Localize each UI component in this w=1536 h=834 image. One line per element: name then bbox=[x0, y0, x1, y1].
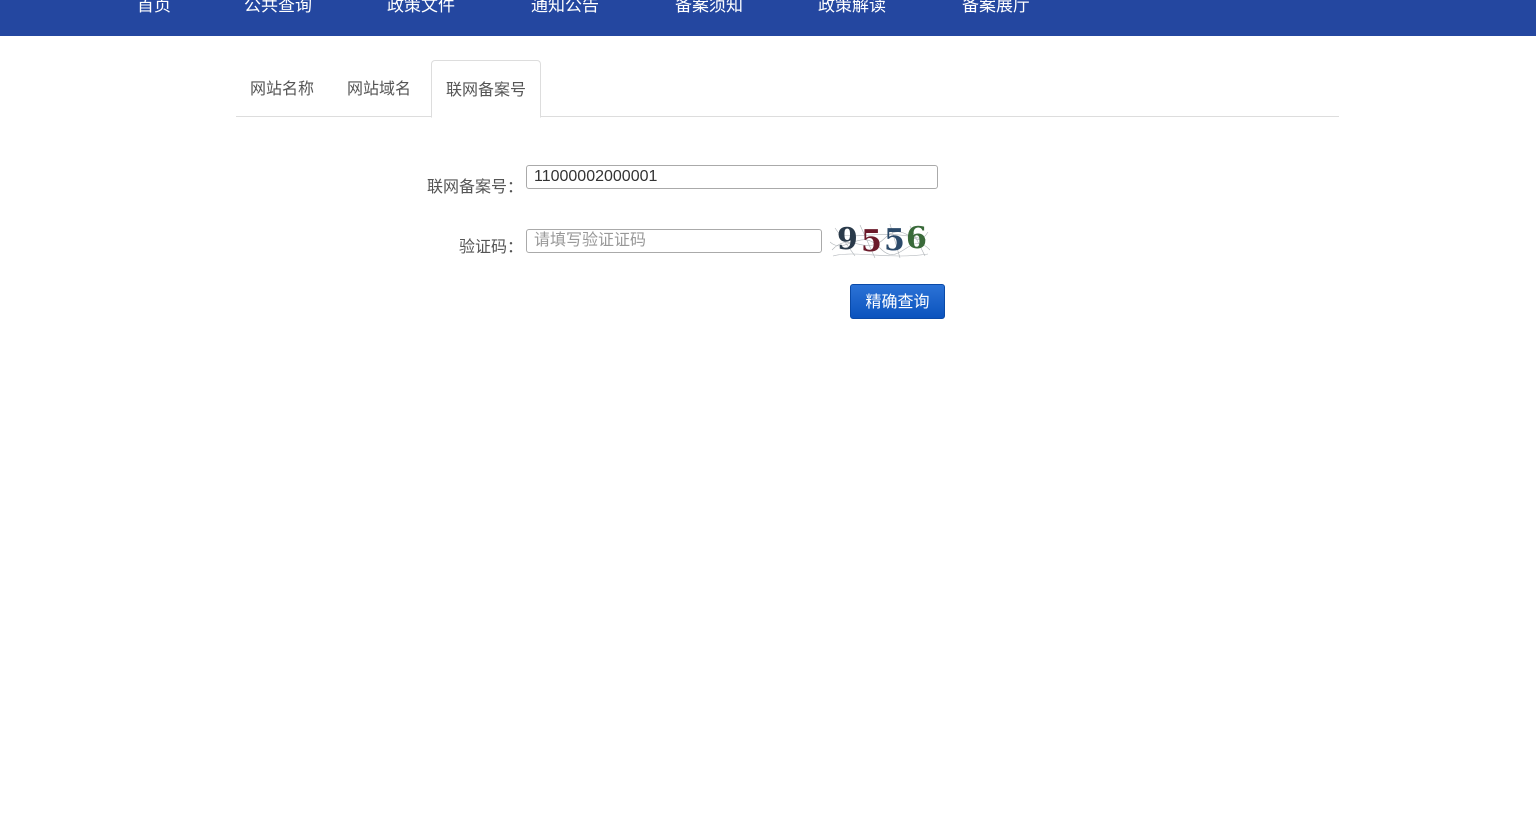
top-navigation-bar: 首页 公共查询 政策文件 通知公告 备案须知 政策解读 备案展厅 bbox=[0, 0, 1536, 36]
tab-site-name[interactable]: 网站名称 bbox=[236, 60, 328, 117]
tab-site-domain[interactable]: 网站域名 bbox=[333, 60, 425, 117]
nav-item-home[interactable]: 首页 bbox=[137, 0, 171, 18]
nav-item-policy-interpretation[interactable]: 政策解读 bbox=[818, 0, 886, 18]
nav-item-notices[interactable]: 通知公告 bbox=[531, 0, 599, 18]
record-number-input[interactable] bbox=[526, 165, 938, 189]
captcha-digit-4: 6 bbox=[906, 221, 927, 256]
nav-item-policy-documents[interactable]: 政策文件 bbox=[387, 0, 455, 18]
nav-item-filing-guide[interactable]: 备案须知 bbox=[675, 0, 743, 18]
search-type-tabs: 网站名称 网站域名 联网备案号 bbox=[236, 60, 1339, 118]
captcha-graphic: 9 5 5 6 bbox=[830, 221, 930, 259]
record-number-label: 联网备案号： bbox=[427, 177, 524, 196]
captcha-label: 验证码： bbox=[459, 237, 524, 256]
nav-item-public-query[interactable]: 公共查询 bbox=[244, 0, 312, 18]
captcha-input[interactable] bbox=[526, 229, 822, 253]
captcha-image[interactable]: 9 5 5 6 bbox=[830, 220, 930, 260]
nav-item-filing-hall[interactable]: 备案展厅 bbox=[962, 0, 1030, 18]
captcha-digit-1: 9 bbox=[837, 222, 858, 257]
exact-query-button[interactable]: 精确查询 bbox=[850, 284, 945, 319]
tab-record-number[interactable]: 联网备案号 bbox=[431, 60, 542, 118]
captcha-digit-3: 5 bbox=[884, 223, 905, 258]
captcha-digit-2: 5 bbox=[861, 224, 882, 259]
